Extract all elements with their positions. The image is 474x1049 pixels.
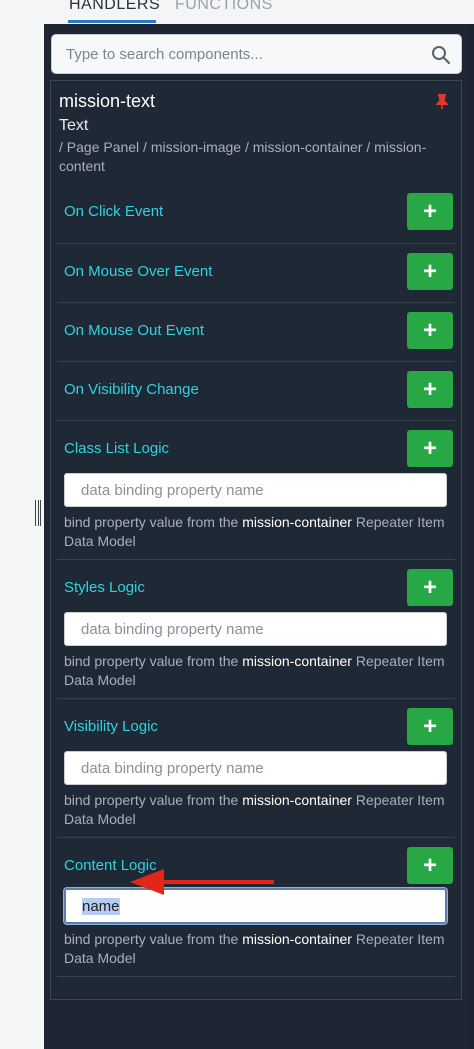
plus-icon: +: [422, 197, 437, 225]
search-icon[interactable]: [431, 45, 451, 70]
section-on-click: On Click Event +: [57, 184, 455, 244]
tab-functions[interactable]: FUNCTIONS: [175, 0, 273, 14]
pin-icon[interactable]: [435, 93, 449, 114]
search-input[interactable]: [52, 35, 461, 73]
add-on-mouse-out-button[interactable]: +: [407, 312, 453, 349]
styles-binding-input[interactable]: [64, 612, 447, 646]
section-content-logic: Content Logic + name bind property value…: [57, 838, 455, 977]
section-on-mouse-over: On Mouse Over Event +: [57, 244, 455, 303]
section-visibility-logic: Visibility Logic + bind property value f…: [57, 699, 455, 838]
section-styles-logic: Styles Logic + bind property value from …: [57, 560, 455, 699]
on-visibility-change-label: On Visibility Change: [64, 381, 199, 398]
plus-icon: +: [422, 316, 437, 344]
styles-logic-label: Styles Logic: [64, 579, 145, 596]
on-mouse-out-label: On Mouse Out Event: [64, 322, 205, 339]
plus-icon: +: [422, 712, 437, 740]
class-list-logic-label: Class List Logic: [64, 440, 170, 457]
class-list-help-text: bind property value from the mission-con…: [64, 514, 445, 549]
visibility-help-text: bind property value from the mission-con…: [64, 792, 445, 827]
component-path: / Page Panel / mission-image / mission-c…: [59, 139, 427, 174]
on-click-label: On Click Event: [64, 203, 164, 220]
section-on-visibility-change: On Visibility Change +: [57, 362, 455, 421]
section-class-list-logic: Class List Logic + bind property value f…: [57, 421, 455, 560]
plus-icon: +: [422, 257, 437, 285]
add-styles-logic-button[interactable]: +: [407, 569, 453, 606]
section-on-mouse-out: On Mouse Out Event +: [57, 303, 455, 362]
red-arrow-annotation-icon: [130, 869, 274, 895]
resize-handle[interactable]: [35, 500, 42, 526]
plus-icon: +: [422, 573, 437, 601]
styles-help-text: bind property value from the mission-con…: [64, 653, 445, 688]
active-tab-indicator: [68, 20, 156, 23]
add-on-visibility-change-button[interactable]: +: [407, 371, 453, 408]
tab-bar: HANDLERS FUNCTIONS: [44, 0, 474, 24]
add-class-list-logic-button[interactable]: +: [407, 430, 453, 467]
class-list-binding-input[interactable]: [64, 473, 447, 507]
add-on-click-button[interactable]: +: [407, 193, 453, 230]
component-name: mission-text: [59, 91, 156, 111]
plus-icon: +: [422, 851, 437, 879]
visibility-binding-input[interactable]: [64, 751, 447, 785]
component-card: mission-text Text / Page Panel / mission…: [50, 80, 462, 1000]
content-help-text: bind property value from the mission-con…: [64, 931, 445, 966]
add-on-mouse-over-button[interactable]: +: [407, 253, 453, 290]
plus-icon: +: [422, 434, 437, 462]
add-visibility-logic-button[interactable]: +: [407, 708, 453, 745]
content-binding-value: name: [82, 897, 120, 915]
add-content-logic-button[interactable]: +: [407, 847, 453, 884]
tab-handlers[interactable]: HANDLERS: [69, 0, 160, 14]
visibility-logic-label: Visibility Logic: [64, 718, 158, 735]
search-box: [51, 34, 462, 74]
on-mouse-over-label: On Mouse Over Event: [64, 263, 213, 280]
plus-icon: +: [422, 375, 437, 403]
component-type: Text: [59, 117, 89, 134]
